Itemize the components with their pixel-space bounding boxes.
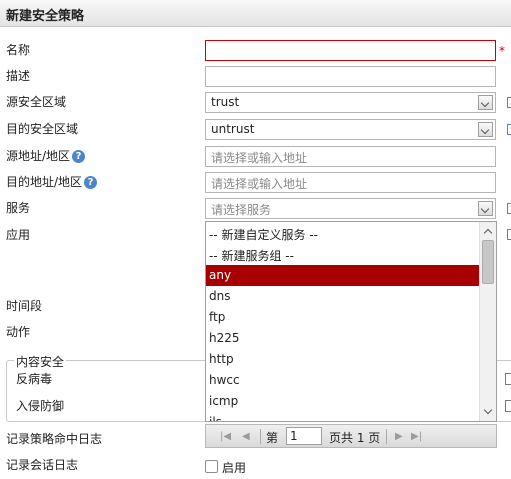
dialog-title: 新建安全策略 xyxy=(6,9,85,24)
log-session-label: 记录会话日志 xyxy=(6,458,79,472)
pager-page-input[interactable]: 1 xyxy=(286,427,322,445)
first-page-icon[interactable]: |◀ xyxy=(220,431,231,442)
pager-page-label: 第 xyxy=(266,431,279,445)
dst-zone-label: 目的安全区域 xyxy=(6,122,79,136)
service-placeholder: 请选择服务 xyxy=(211,203,272,217)
name-input[interactable] xyxy=(205,40,496,61)
dialog-title-bar: 新建安全策略 xyxy=(0,0,511,27)
desc-input[interactable] xyxy=(205,66,496,87)
src-zone-select[interactable]: trust xyxy=(205,92,496,113)
help-icon[interactable]: ? xyxy=(72,150,86,163)
scroll-up-icon[interactable] xyxy=(483,226,493,236)
dst-zone-side-button[interactable] xyxy=(507,124,511,135)
dst-addr-placeholder: 请选择或输入地址 xyxy=(211,177,308,191)
log-session-checkbox[interactable] xyxy=(205,460,218,473)
dropdown-option[interactable]: icmp xyxy=(206,391,479,412)
help-icon[interactable]: ? xyxy=(84,176,98,189)
src-zone-label: 源安全区域 xyxy=(6,95,67,109)
content-security-legend: 内容安全 xyxy=(14,353,67,370)
dropdown-option[interactable]: ftp xyxy=(206,307,479,328)
src-addr-placeholder: 请选择或输入地址 xyxy=(211,151,308,165)
service-label: 服务 xyxy=(6,201,31,215)
scroll-down-icon[interactable] xyxy=(483,407,493,417)
dropdown-option[interactable]: -- 新建自定义服务 -- xyxy=(206,223,479,244)
src-zone-value: trust xyxy=(211,95,240,109)
action-label: 动作 xyxy=(6,325,31,339)
dropdown-option[interactable]: http xyxy=(206,349,479,370)
dropdown-option[interactable]: ils xyxy=(206,412,479,421)
required-mark: * xyxy=(499,44,505,58)
dst-addr-label: 目的地址/地区? xyxy=(6,173,98,190)
log-hit-label: 记录策略命中日志 xyxy=(6,432,103,446)
dropdown-option-selected[interactable]: any xyxy=(206,265,479,286)
pager-total-label: 页共 1 页 xyxy=(329,431,381,445)
src-addr-label-text: 源地址/地区 xyxy=(6,149,71,163)
log-session-enable-label: 启用 xyxy=(222,461,247,475)
chevron-down-icon[interactable] xyxy=(478,122,493,137)
ips-label: 入侵防御 xyxy=(16,399,65,413)
name-label: 名称 xyxy=(6,43,31,57)
antivirus-side-button[interactable] xyxy=(505,373,511,385)
src-addr-label: 源地址/地区? xyxy=(6,147,86,164)
dropdown-option[interactable]: h225 xyxy=(206,328,479,349)
src-addr-input[interactable]: 请选择或输入地址 xyxy=(205,146,496,167)
dropdown-option[interactable]: hwcc xyxy=(206,370,479,391)
service-dropdown-list[interactable]: -- 新建自定义服务 -- -- 新建服务组 -- any dns ftp h2… xyxy=(205,221,497,422)
dropdown-pager: |◀ ◀ 第 1 页共 1 页 ▶ ▶| xyxy=(205,424,497,448)
service-select[interactable]: 请选择服务 xyxy=(205,198,496,219)
chevron-down-icon[interactable] xyxy=(478,95,493,110)
service-side-button[interactable] xyxy=(507,203,511,214)
dropdown-scrollbar[interactable] xyxy=(479,222,496,421)
dst-zone-value: untrust xyxy=(211,122,255,136)
last-page-icon[interactable]: ▶| xyxy=(411,431,422,442)
app-side-button[interactable] xyxy=(507,229,511,240)
ips-side-button[interactable] xyxy=(505,400,511,412)
app-label: 应用 xyxy=(6,228,31,242)
scroll-thumb[interactable] xyxy=(482,240,494,284)
time-label: 时间段 xyxy=(6,299,43,313)
dst-addr-label-text: 目的地址/地区 xyxy=(6,175,83,189)
antivirus-label: 反病毒 xyxy=(16,372,53,386)
prev-page-icon[interactable]: ◀ xyxy=(242,431,250,442)
dropdown-option[interactable]: -- 新建服务组 -- xyxy=(206,244,479,265)
dropdown-option[interactable]: dns xyxy=(206,286,479,307)
desc-label: 描述 xyxy=(6,69,31,83)
src-zone-side-button[interactable] xyxy=(507,97,511,108)
pager-divider xyxy=(386,429,387,444)
pager-divider xyxy=(260,429,261,444)
chevron-down-icon[interactable] xyxy=(478,201,493,216)
dst-addr-input[interactable]: 请选择或输入地址 xyxy=(205,172,496,193)
next-page-icon[interactable]: ▶ xyxy=(395,431,403,442)
dst-zone-select[interactable]: untrust xyxy=(205,119,496,140)
